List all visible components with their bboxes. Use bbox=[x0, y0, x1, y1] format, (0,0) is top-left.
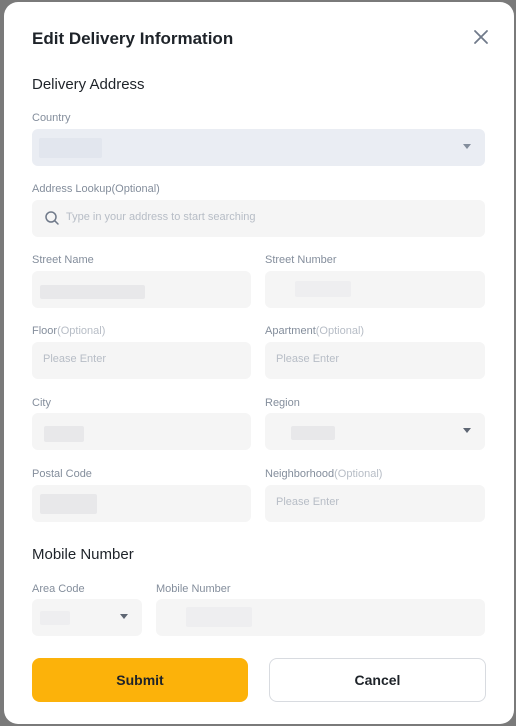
neighborhood-label: Neighborhood(Optional) bbox=[265, 468, 383, 480]
area-code-value-redacted bbox=[40, 611, 70, 625]
apartment-input[interactable]: Please Enter bbox=[265, 342, 485, 379]
country-value-redacted bbox=[39, 138, 102, 158]
city-label: City bbox=[32, 397, 51, 409]
postal-code-label: Postal Code bbox=[32, 468, 92, 480]
address-lookup-placeholder: Type in your address to start searching bbox=[66, 211, 256, 223]
search-icon bbox=[45, 211, 59, 225]
postal-code-value-redacted bbox=[40, 494, 97, 514]
street-name-value-redacted bbox=[40, 285, 145, 299]
close-icon[interactable] bbox=[470, 26, 492, 48]
mobile-number-label: Mobile Number bbox=[156, 583, 231, 595]
floor-placeholder: Please Enter bbox=[43, 353, 106, 365]
city-input[interactable] bbox=[32, 413, 251, 450]
area-code-label: Area Code bbox=[32, 583, 85, 595]
neighborhood-placeholder: Please Enter bbox=[276, 496, 339, 508]
street-number-input[interactable] bbox=[265, 271, 485, 308]
street-name-label: Street Name bbox=[32, 254, 94, 266]
area-code-select[interactable] bbox=[32, 599, 142, 636]
chevron-down-icon bbox=[120, 614, 128, 619]
floor-input[interactable]: Please Enter bbox=[32, 342, 251, 379]
submit-button[interactable]: Submit bbox=[32, 658, 248, 702]
address-lookup-input[interactable]: Type in your address to start searching bbox=[32, 200, 485, 237]
delivery-address-heading: Delivery Address bbox=[32, 76, 145, 93]
cancel-button[interactable]: Cancel bbox=[269, 658, 486, 702]
region-label: Region bbox=[265, 397, 300, 409]
region-value-redacted bbox=[291, 426, 335, 440]
apartment-placeholder: Please Enter bbox=[276, 353, 339, 365]
dialog-title: Edit Delivery Information bbox=[32, 29, 234, 48]
apartment-label: Apartment(Optional) bbox=[265, 325, 365, 337]
mobile-number-heading: Mobile Number bbox=[32, 546, 134, 563]
mobile-number-input[interactable] bbox=[156, 599, 485, 636]
mobile-number-value-redacted bbox=[186, 607, 252, 627]
edit-delivery-dialog: Edit Delivery Information Delivery Addre… bbox=[4, 2, 514, 724]
street-number-value-redacted bbox=[295, 281, 351, 297]
city-value-redacted bbox=[44, 426, 84, 442]
country-label: Country bbox=[32, 112, 71, 124]
chevron-down-icon bbox=[463, 144, 471, 149]
neighborhood-input[interactable]: Please Enter bbox=[265, 485, 485, 522]
street-name-input[interactable] bbox=[32, 271, 251, 308]
address-lookup-label: Address Lookup(Optional) bbox=[32, 183, 160, 195]
floor-label: Floor(Optional) bbox=[32, 325, 106, 337]
country-select[interactable] bbox=[32, 129, 485, 166]
region-select[interactable] bbox=[265, 413, 485, 450]
chevron-down-icon bbox=[463, 428, 471, 433]
street-number-label: Street Number bbox=[265, 254, 337, 266]
postal-code-input[interactable] bbox=[32, 485, 251, 522]
